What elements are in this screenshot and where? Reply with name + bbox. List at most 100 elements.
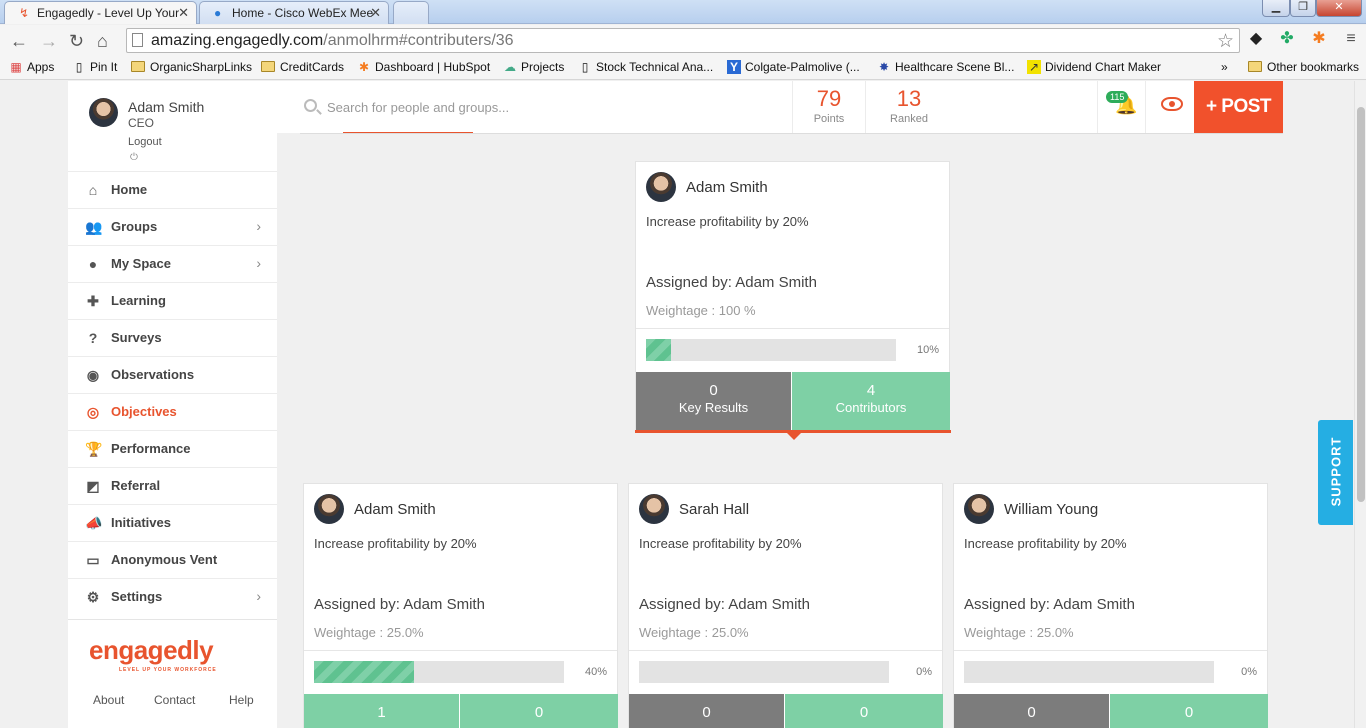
logout-link[interactable]: Logout [128, 136, 162, 148]
tab-title: Engagedly - Level Up Your [37, 6, 180, 20]
tab-engagedly[interactable]: ↯ Engagedly - Level Up Your ✕ [4, 1, 197, 24]
globe-favicon: ● [214, 6, 222, 20]
bookmark-stock[interactable]: ▯ Stock Technical Ana... [578, 60, 714, 74]
ranked-stat[interactable]: 13 Ranked [865, 81, 952, 133]
sidebar-item-surveys[interactable]: ? Surveys [68, 319, 277, 355]
bookmark-pin-it[interactable]: ▯ Pin It [72, 60, 118, 74]
sidebar-item-anonymous-vent[interactable]: ▭ Anonymous Vent [68, 541, 277, 577]
tab-webex[interactable]: ● Home - Cisco WebEx Mee ✕ [199, 1, 389, 24]
menu-icon[interactable]: ≡ [1342, 30, 1360, 48]
profile-name[interactable]: Adam Smith [128, 99, 204, 115]
bookmark-colgate[interactable]: Y Colgate-Palmolive (... [727, 60, 860, 74]
points-value: 79 [816, 86, 842, 111]
contributors-button[interactable]: 0 [460, 694, 618, 728]
card-actions: 00 [629, 694, 943, 728]
key-results-button[interactable]: 1 [304, 694, 459, 728]
reload-icon[interactable]: ↻ [69, 31, 84, 51]
bookmark-organic[interactable]: OrganicSharpLinks [131, 60, 252, 74]
key-results-button[interactable]: 0 [629, 694, 784, 728]
page-scrollbar[interactable] [1354, 81, 1366, 728]
contributors-button[interactable]: 4 Contributors [792, 372, 950, 430]
evernote-extension-icon[interactable]: ✤ [1278, 30, 1296, 48]
help-link[interactable]: Help [229, 693, 254, 707]
notifications-button[interactable]: 🔔 115 [1097, 81, 1145, 133]
points-stat[interactable]: 79 Points [792, 81, 865, 133]
owl-extension-icon[interactable]: ◆ [1247, 30, 1265, 48]
chevron-right-icon: › [256, 588, 261, 604]
engagedly-logo[interactable]: engagedly LEVEL UP YOUR WORKFORCE [89, 635, 216, 673]
contact-link[interactable]: Contact [154, 693, 195, 707]
contributor-name: Sarah Hall [679, 501, 750, 518]
bookmark-creditcards[interactable]: CreditCards [261, 60, 344, 74]
referral-icon: ◩ [86, 478, 100, 494]
bookmark-other[interactable]: Other bookmarks [1248, 60, 1359, 74]
yahoo-icon: Y [727, 60, 741, 74]
contributor-name: Adam Smith [354, 501, 436, 518]
folder-icon [1248, 61, 1262, 72]
maximize-icon[interactable]: ❐ [1290, 0, 1316, 17]
objective-card[interactable]: Adam Smith Increase profitability by 20%… [635, 161, 951, 440]
key-results-button[interactable]: 0 Key Results [636, 372, 791, 430]
back-icon[interactable]: ← [10, 31, 28, 51]
hubspot-extension-icon[interactable]: ✱ [1310, 30, 1328, 48]
bookmarks-overflow[interactable]: » [1221, 60, 1228, 74]
bookmark-dividend[interactable]: ↗ Dividend Chart Maker [1027, 60, 1161, 74]
ranked-value: 13 [896, 86, 922, 111]
observations-button[interactable] [1145, 81, 1194, 133]
bookmark-projects[interactable]: ☁ Projects [503, 60, 564, 74]
contributor-card[interactable]: Adam Smith Increase profitability by 20% A… [303, 483, 618, 728]
profile-block: Adam Smith CEO Logout ⏻ [68, 81, 277, 171]
minimize-icon[interactable]: ▁ [1262, 0, 1290, 17]
sidebar-footer: engagedly LEVEL UP YOUR WORKFORCE About … [68, 619, 277, 728]
sidebar-item-initiatives[interactable]: 📣 Initiatives [68, 504, 277, 540]
apps-grid-icon: ▦ [10, 60, 22, 74]
sidebar-item-settings[interactable]: ⚙ Settings › [68, 578, 277, 614]
sidebar-item-referral[interactable]: ◩ Referral [68, 467, 277, 503]
sidebar-item-my-space[interactable]: ● My Space › [68, 245, 277, 281]
bookmark-star-icon[interactable]: ☆ [1217, 30, 1234, 53]
window-close-icon[interactable]: ✕ [1316, 0, 1362, 17]
weightage: Weightage : 100 % [646, 303, 756, 318]
forward-icon[interactable]: → [40, 31, 58, 51]
home-icon[interactable]: ⌂ [97, 31, 108, 51]
support-tab[interactable]: SUPPORT [1318, 420, 1353, 525]
close-icon[interactable]: ✕ [178, 5, 189, 21]
key-results-button[interactable]: 0 [954, 694, 1109, 728]
about-link[interactable]: About [93, 693, 124, 707]
power-icon[interactable]: ⏻ [130, 152, 138, 163]
progress-bar [639, 661, 889, 683]
support-label: SUPPORT [1328, 436, 1344, 507]
sidebar-item-home[interactable]: ⌂ Home [68, 171, 277, 207]
progress-bar [314, 661, 564, 683]
sidebar-item-observations[interactable]: ◉ Observations [68, 356, 277, 392]
contributors-count: 4 [866, 382, 876, 399]
search-input[interactable] [327, 97, 747, 117]
tab-title: Home - Cisco WebEx Mee [232, 6, 374, 20]
bookmark-hubspot[interactable]: ✱ Dashboard | HubSpot [357, 60, 490, 74]
sidebar-item-groups[interactable]: 👥 Groups › [68, 208, 277, 244]
objective-title: Increase profitability by 20% [314, 536, 477, 551]
avatar[interactable] [89, 98, 118, 127]
sidebar-item-learning[interactable]: ✚ Learning [68, 282, 277, 318]
page-icon [132, 33, 143, 47]
address-bar[interactable]: amazing.engagedly.com/anmolhrm#contribut… [126, 28, 1240, 53]
close-icon[interactable]: ✕ [370, 5, 381, 21]
bookmark-apps[interactable]: ▦ Apps [9, 60, 54, 74]
ranked-label: Ranked [890, 113, 928, 125]
contributors-button[interactable]: 0 [1110, 694, 1268, 728]
sidebar-item-objectives[interactable]: ◎ Objectives [68, 393, 277, 429]
objective-owner: Adam Smith [686, 179, 768, 196]
assigned-by: Assigned by: Adam Smith [314, 596, 485, 613]
sidebar-item-label: Learning [111, 293, 166, 308]
card-actions: 10 [304, 694, 618, 728]
new-tab-button[interactable] [393, 1, 429, 24]
post-button[interactable]: + POST [1194, 81, 1283, 133]
weightage: Weightage : 25.0% [964, 625, 1074, 640]
contributor-card[interactable]: Sarah Hall Increase profitability by 20% A… [628, 483, 943, 728]
contributors-button[interactable]: 0 [785, 694, 943, 728]
scroll-thumb[interactable] [1357, 107, 1365, 502]
bookmark-healthcare[interactable]: ✸ Healthcare Scene Bl... [877, 60, 1014, 74]
contributor-card[interactable]: William Young Increase profitability by 2… [953, 483, 1268, 728]
chevron-right-icon: › [256, 255, 261, 271]
sidebar-item-performance[interactable]: 🏆 Performance [68, 430, 277, 466]
